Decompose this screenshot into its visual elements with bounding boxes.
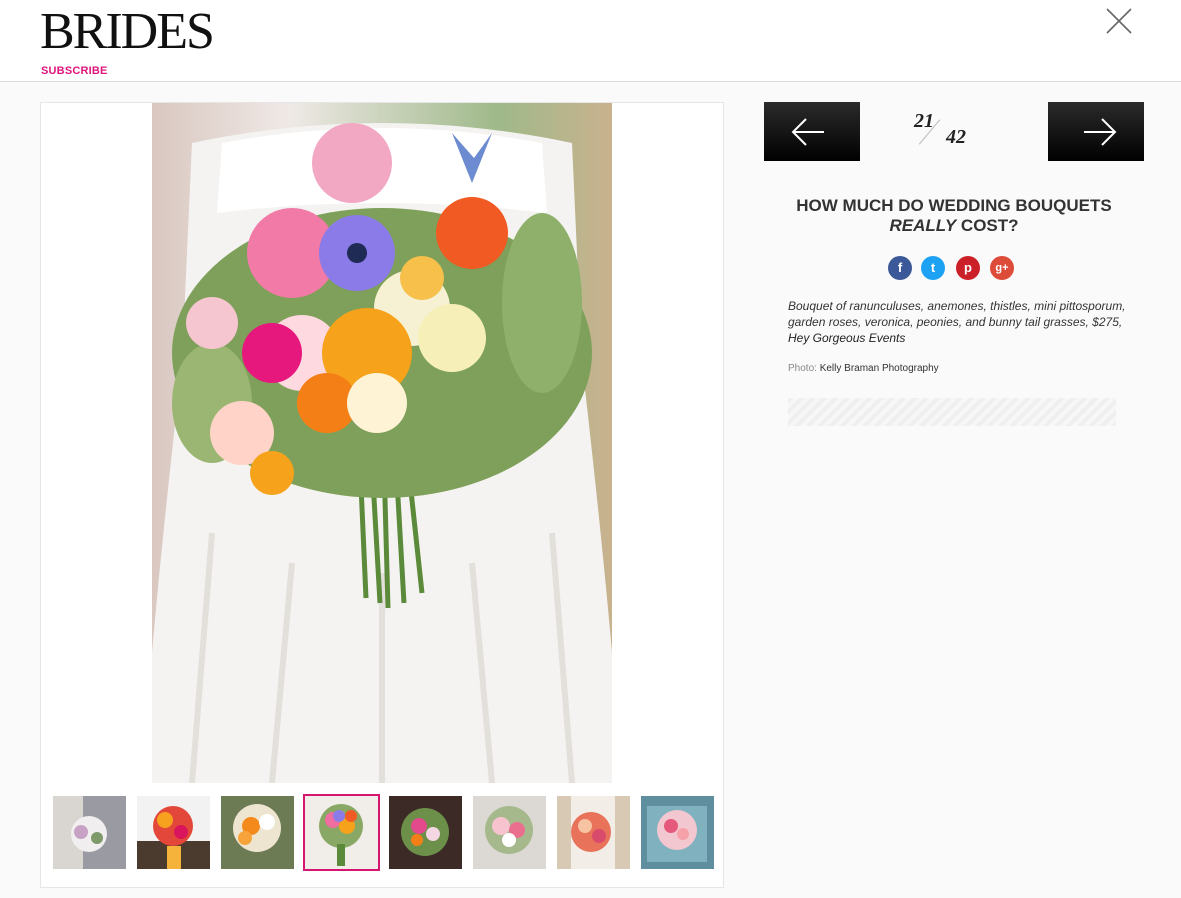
pinterest-icon[interactable]: p (956, 256, 980, 280)
prev-button[interactable] (764, 102, 860, 161)
vendor-link[interactable]: Hey Gorgeous Events (788, 331, 905, 345)
bouquet-photo (152, 103, 612, 783)
thumbnail[interactable] (221, 796, 294, 869)
arrow-left-icon (791, 118, 824, 146)
share-buttons: f t p g+ (888, 256, 1028, 280)
next-button[interactable] (1048, 102, 1144, 161)
title-part1: HOW MUCH DO WEDDING BOUQUETS (796, 196, 1112, 215)
credit-label: Photo: (788, 363, 820, 374)
gallery-card (40, 102, 724, 888)
thumbnail[interactable] (641, 796, 714, 869)
thumbnail[interactable] (557, 796, 630, 869)
subscribe-link[interactable]: SUBSCRIBE (41, 65, 108, 77)
main-photo (152, 103, 612, 783)
photo-credit: Photo: Kelly Braman Photography (788, 363, 939, 374)
brides-logo[interactable]: BRIDES (40, 2, 215, 62)
close-button[interactable] (1104, 6, 1134, 36)
total-slides: 42 (946, 126, 966, 148)
thumbnail-active[interactable] (303, 794, 380, 871)
thumbnail[interactable] (53, 796, 126, 869)
photographer-link[interactable]: Kelly Braman Photography (820, 363, 939, 374)
google-plus-icon[interactable]: g+ (990, 256, 1014, 280)
title-emphasis: REALLY (889, 216, 957, 235)
twitter-icon[interactable]: t (921, 256, 945, 280)
thumbnail[interactable] (137, 796, 210, 869)
thumbnail-strip (53, 794, 715, 871)
slide-counter: 21 42 (900, 106, 990, 156)
facebook-icon[interactable]: f (888, 256, 912, 280)
thumbnail[interactable] (473, 796, 546, 869)
slideshow-title: HOW MUCH DO WEDDING BOUQUETS REALLY COST… (790, 196, 1118, 236)
site-header: BRIDES SUBSCRIBE (0, 0, 1181, 82)
thumbnail[interactable] (389, 796, 462, 869)
photo-caption: Bouquet of ranunculuses, anemones, thist… (788, 298, 1128, 346)
close-icon (1106, 8, 1132, 34)
ad-placeholder (788, 398, 1116, 426)
caption-text: Bouquet of ranunculuses, anemones, thist… (788, 299, 1126, 329)
arrow-right-icon (1084, 118, 1117, 146)
title-part2: COST? (956, 216, 1019, 235)
